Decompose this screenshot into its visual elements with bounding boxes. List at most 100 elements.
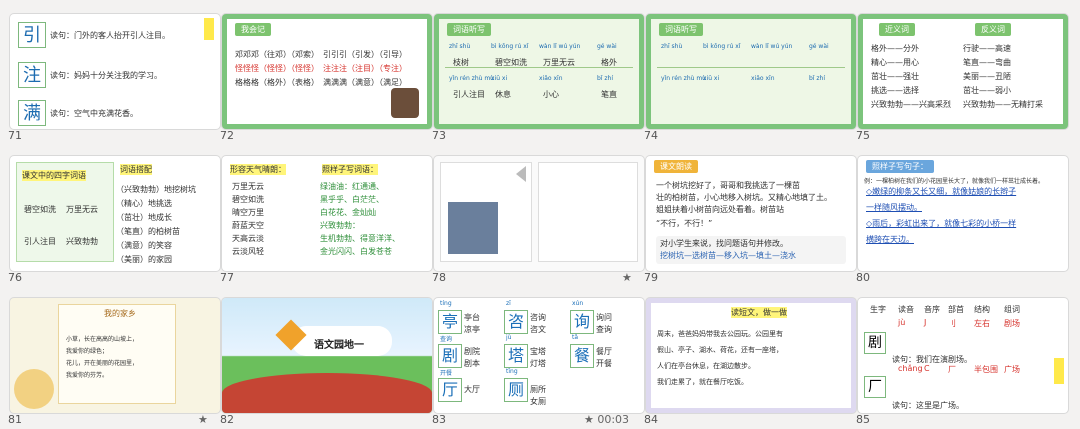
slide-preview[interactable]: 生字 读音 音序 部首 结构 组词剧厂 jù J 刂左右 剧场 chǎng C 厂半包围 广场 读句：我们在… [858,298,1068,413]
character-box: 塔 [504,344,528,368]
slide-text: yǐn rén zhù mù [661,75,706,82]
slide-thumbnail-75[interactable]: 近义词 反义词 格外——分外 行驶——高速 精心——用心 笔直——弯曲 茁壮——强壮 美丽——… [856,14,1068,144]
slide-text: 黑乎乎、白茫茫、 [320,195,384,204]
slide-preview[interactable]: 照样子写句子： 例：一棵柏树在我们的小花园里长大了，就像我们一样茁壮成长着。 ◇嫩绿… [858,156,1068,271]
slide-thumbnail-76[interactable]: 课文中的四字词语 碧空如洗 万里无云 引人注目 兴致勃勃 词语搭配 （兴致勃勃）地挖树坑 （精… [8,156,220,286]
slide-text: 组词 [1004,305,1020,314]
slide-preview[interactable]: 我的家乡 小草，长在高高的山坡上， 我爱你的绿色； 花儿，开在美丽的花园里， 我爱你的芬… [10,298,220,413]
slide-text: 咨询 [530,313,546,322]
slide-text: zhī shù [449,43,471,50]
slide-text: C [924,364,930,373]
slide-preview[interactable]: 近义词 反义词 格外——分外 行驶——高速 精心——用心 笔直——弯曲 茁壮——强壮 美丽——… [858,14,1068,129]
slide-text: J [924,318,927,327]
slide-text: 灯塔 [530,359,546,368]
slide-text: wàn lǐ wú yún [751,43,793,50]
slide-preview[interactable]: 课文朗读 一个树坑挖好了，哥哥和我挑选了一棵茁 壮的柏树苗，小心地移入树坑。又精心地… [646,156,856,271]
slide-number: 74 [644,129,658,142]
speaker-icon [516,166,526,182]
slide-text: 左右 [974,319,990,328]
slide-thumbnail-80[interactable]: 照样子写句子： 例：一棵柏树在我们的小花园里长大了，就像我们一样茁壮成长着。 ◇嫩绿… [856,156,1068,286]
slide-text: 格格格（格外）（表格） [235,78,319,87]
slide-number: 79 [644,271,658,284]
slide-text: （兴致勃勃）地挖树坑 [116,185,196,194]
slide-text: 花儿，开在美丽的花园里， [66,360,139,367]
slide-text: 开餐 [440,370,453,377]
slide-number: 72 [220,129,234,142]
slide-text: 碧空如洗 [24,205,56,214]
slide-preview[interactable]: 词语听写 zhī shù yǐn rén zhù mù bì kōng rú xǐ xi… [646,14,856,129]
slide-thumbnail-71[interactable]: 引读句：门外的客人抬开引人注目。注读句：妈妈十分关注我的学习。满读句：空气中充满… [8,14,220,144]
slide-thumbnail-83[interactable]: 亭咨询剧塔餐厅厕 tíng zī xún 查询 jù tǎ 开餐 tīng 亭台 凉亭 咨询 咨文 询问查… [432,298,644,428]
slide-text: 注注注（注目）（专注） [323,64,407,73]
slide-text: 挑选——选择 [871,86,919,95]
slide-number: 82 [220,413,234,426]
slide-text: 天高云淡 [232,234,264,243]
slide-text: 邓邓邓（往邓）（邓索） [235,50,319,59]
slide-text: xiū xi [703,75,720,82]
slide-thumbnail-79[interactable]: 课文朗读 一个树坑挖好了，哥哥和我挑选了一棵茁 壮的柏树苗，小心地移入树坑。又精心地… [644,156,856,286]
slide-text: 万里无云 [232,182,264,191]
slide-number: 75 [856,129,870,142]
slide-text: 万里无云 [66,205,98,214]
slide-text: 茁壮——强壮 [871,72,919,81]
slide-preview[interactable] [434,156,644,271]
slide-text: 咨文 [530,325,546,334]
slide-number: 76 [8,271,22,284]
slide-text: 金光闪闪、白发苍苍 [320,247,392,256]
slide-number: 83 [432,413,446,426]
slide-preview[interactable]: 亭咨询剧塔餐厅厕 tíng zī xún 查询 jù tǎ 开餐 tīng 亭台 凉亭 咨询 咨文 询问查… [434,298,644,413]
slide-text: bǐ zhí [597,75,614,82]
slide-text: 语文园地一 [314,340,364,351]
slide-thumbnail-73[interactable]: 词语听写 zhī shù 枝树 yǐn rén zhù mù 引人注目 bì kōng r… [432,14,644,144]
slide-thumbnail-81[interactable]: 我的家乡 小草，长在高高的山坡上， 我爱你的绿色； 花儿，开在美丽的花园里， 我爱你的芬… [8,298,220,428]
slide-thumbnail-72[interactable]: 我会记 邓邓邓（往邓）（邓索） 怪怪怪（怪怪）（怪怪） 格格格（格外）（表格） 引引引（… [220,14,432,144]
slide-thumbnail-78[interactable]: 78 ★ [432,156,644,286]
slide-text: 姐姐扶着小树苗向远处看着。树苗站 [656,205,784,214]
slide-text: 蔚蓝天空 [232,221,264,230]
slide-text: zhī shù [661,43,683,50]
slide-preview[interactable]: 我会记 邓邓邓（往邓）（邓索） 怪怪怪（怪怪）（怪怪） 格格格（格外）（表格） 引引引（… [222,14,432,129]
slide-text: 厕所 [530,385,546,394]
slide-text: 例：一棵柏树在我们的小花园里长大了，就像我们一样茁壮成长着。 [864,178,1045,185]
slide-text: xiǎo xīn [539,75,563,82]
slide-text: 休息 [495,90,511,99]
slide-text: （茁壮）地成长 [116,213,172,222]
slide-text: xiǎo xīn [751,75,775,82]
slide-preview[interactable]: 词语听写 zhī shù 枝树 yǐn rén zhù mù 引人注目 bì kōng r… [434,14,644,129]
slide-preview[interactable]: 引读句：门外的客人抬开引人注目。注读句：妈妈十分关注我的学习。满读句：空气中充满… [10,14,220,129]
slide-text: 兴致勃勃——无精打采 [963,100,1043,109]
slide-text: jù [506,334,512,341]
slide-text: xiū xi [491,75,508,82]
slide-preview[interactable]: 语文园地一 [222,298,432,413]
slide-text: 我们走累了，就在餐厅吃饭。 [657,378,748,386]
slide-text: 剧本 [464,359,480,368]
slide-text: 读句：我们在演剧场。 [892,355,972,364]
slide-preview[interactable]: 形容天气晴朗： 万里无云 碧空如洗 晴空万里 蔚蓝天空 天高云淡 云淡风轻 照样子写词语： 绿油… [222,156,432,271]
slide-thumbnail-77[interactable]: 形容天气晴朗： 万里无云 碧空如洗 晴空万里 蔚蓝天空 天高云淡 云淡风轻 照样子写词语： 绿油… [220,156,432,286]
slide-preview[interactable]: 读短文，做一做 周末，爸爸妈妈带我去公园玩。公园里有 假山、亭子、湖水、荷花，还有一… [646,298,856,413]
slide-text: 读音 [898,305,914,314]
slide-number: 81 [8,413,22,426]
timing-label: ★ 00:03 [584,413,630,426]
slide-text: 兴致勃勃——兴高采烈 [871,100,951,109]
slide-text: 读句：空气中充满花香。 [50,109,138,118]
slide-preview[interactable]: 课文中的四字词语 碧空如洗 万里无云 引人注目 兴致勃勃 词语搭配 （兴致勃勃）地挖树坑 （精… [10,156,220,271]
slide-text: 晴空万里 [232,208,264,217]
slide-text: 引引引（引发）（引导） [323,50,407,59]
slide-thumbnail-84[interactable]: 读短文，做一做 周末，爸爸妈妈带我去公园玩。公园里有 假山、亭子、湖水、荷花，还有一… [644,298,856,428]
slide-thumbnail-82[interactable]: 语文园地一 82 [220,298,432,428]
slide-thumbnail-74[interactable]: 词语听写 zhī shù yǐn rén zhù mù bì kōng rú xǐ xi… [644,14,856,144]
slide-text: 笔直——弯曲 [963,58,1011,67]
slide-thumbnail-85[interactable]: 生字 读音 音序 部首 结构 组词剧厂 jù J 刂左右 剧场 chǎng C 厂半包围 广场 读句：我们在… [856,298,1068,428]
slide-text: tǎ [572,334,579,341]
slide-text: 美丽——丑陋 [963,72,1011,81]
slide-text: （精心）地挑选 [116,199,172,208]
slide-text: 壮的柏树苗，小心地移入树坑。又精心地填了土。 [656,193,832,202]
slide-number: 78 [432,271,446,284]
slide-text: 引人注目 [453,90,485,99]
slide-text: 读句：妈妈十分关注我的学习。 [50,71,162,80]
slide-text: ◇嫩绿的柳条又长又细，就像姑娘的长辫子 [866,187,1017,196]
slide-text: bì kōng rú xǐ [703,43,741,50]
slide-text: 小草，长在高高的山坡上， [66,336,139,343]
slide-text: 绿油油：红通通、 [320,182,384,191]
